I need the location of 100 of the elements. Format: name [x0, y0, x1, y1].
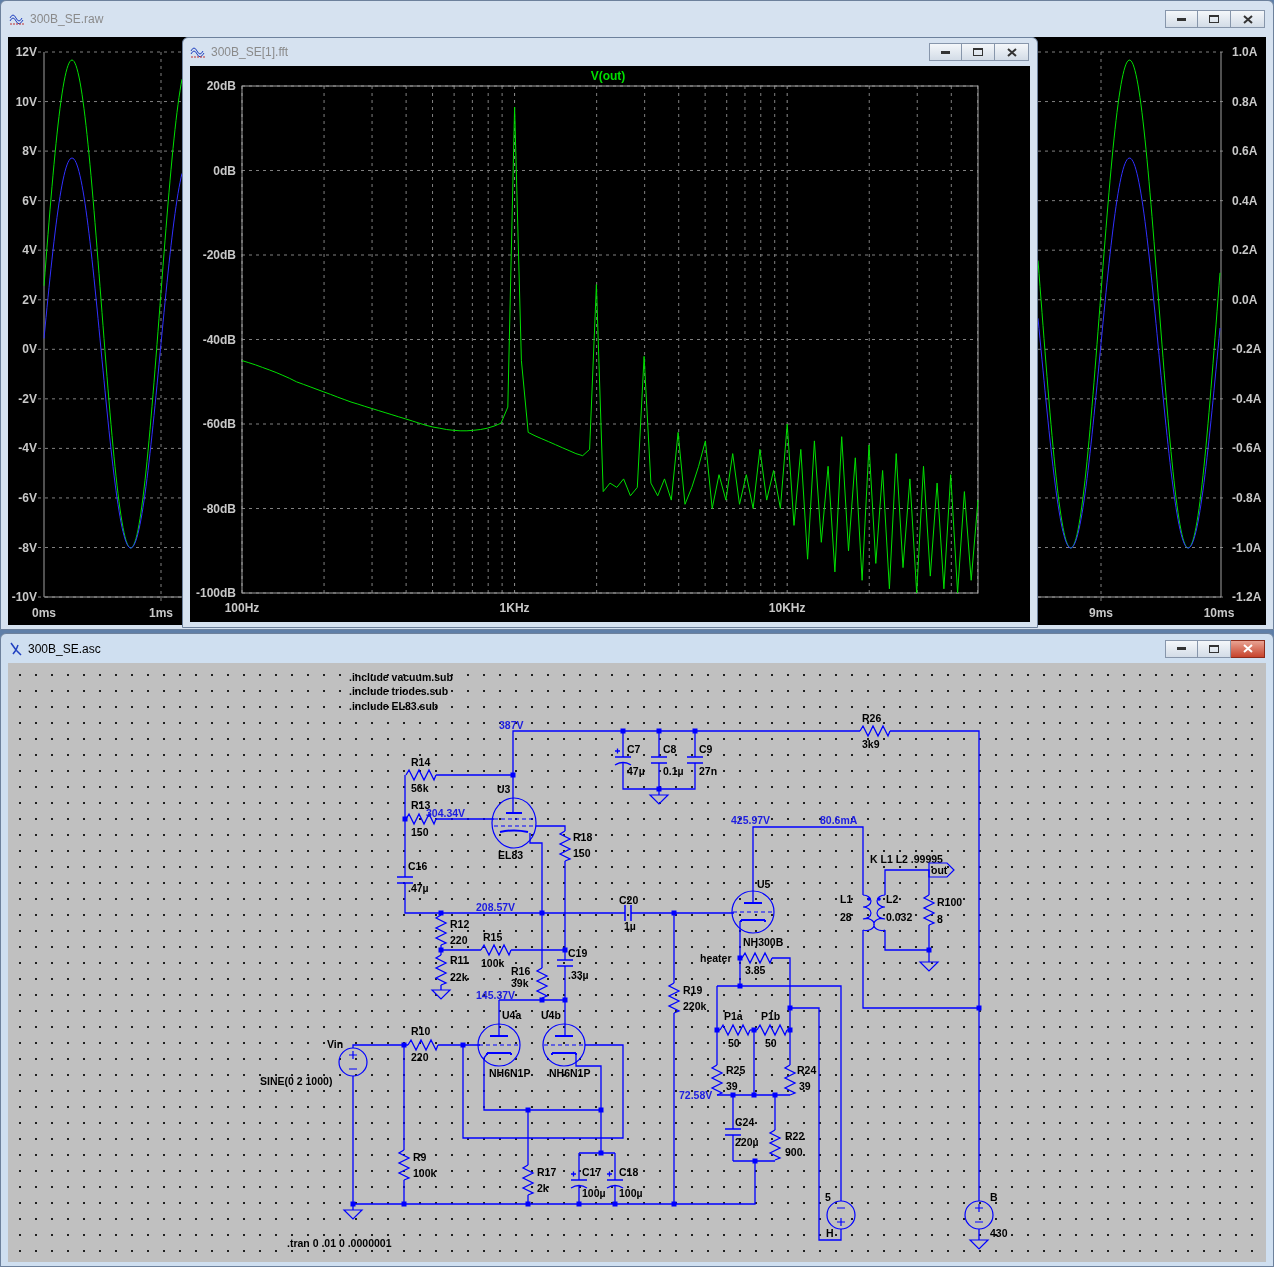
close-button[interactable] [1231, 10, 1265, 28]
component-name: R14 [411, 756, 431, 768]
component-name: L2 [886, 893, 899, 905]
resistor-symbol [768, 1129, 782, 1161]
axis-label: 0.6A [1232, 144, 1258, 159]
minimize-icon [1177, 647, 1186, 650]
component-name: R15 [483, 931, 503, 943]
component-value: 0.032 [886, 911, 913, 923]
minimize-button[interactable] [929, 43, 962, 61]
component-name: R19 [683, 984, 703, 996]
resistor-symbol [859, 724, 891, 738]
close-icon [1242, 644, 1253, 653]
close-icon [1242, 14, 1253, 24]
resistor-symbol [710, 1064, 724, 1096]
component-value: NH300B [743, 936, 784, 948]
axis-label: -0.6A [1232, 441, 1262, 456]
resistor-symbol [558, 830, 572, 862]
axis-label: 20dB [206, 79, 236, 93]
axis-label: 10ms [1203, 606, 1235, 620]
component-name: R100 [937, 896, 963, 908]
close-icon [1006, 47, 1017, 57]
trace-label: V(out) [590, 69, 626, 83]
component-value: 220µ [735, 1136, 759, 1148]
triode-symbol [731, 890, 775, 934]
component-name: R22 [785, 1130, 805, 1142]
ground-symbol [430, 989, 452, 1000]
component-value: 8 [937, 913, 943, 925]
component-value: 39 [726, 1080, 738, 1092]
component-name: R10 [411, 1025, 431, 1037]
component-value: 150 [573, 847, 591, 859]
component-value: SINE(0 2 1000) [260, 1075, 333, 1087]
wire [435, 818, 495, 820]
minimize-button[interactable] [1165, 10, 1198, 28]
axis-label: -60dB [202, 417, 236, 431]
axis-label: 100Hz [224, 601, 260, 615]
close-button[interactable] [995, 43, 1029, 61]
ground-symbol [968, 1239, 990, 1250]
axis-label: 10KHz [768, 601, 806, 615]
component-value: 47µ [627, 765, 645, 777]
axis-label: -20dB [202, 248, 236, 262]
axis-label: -1.0A [1232, 540, 1262, 555]
component-value: 39k [511, 977, 529, 989]
component-name: U5 [757, 878, 771, 890]
component-value: 27n [699, 765, 718, 777]
component-name: P1a [724, 1010, 743, 1022]
resistor-symbol [407, 1038, 439, 1052]
waveform-icon [190, 45, 206, 59]
component-value: 22k [450, 971, 468, 983]
axis-label: -0.8A [1232, 490, 1262, 505]
resistor-symbol [756, 1023, 788, 1037]
axis-label: 9ms [1089, 606, 1113, 620]
axis-label: -4V [18, 441, 37, 456]
maximize-button[interactable] [1198, 10, 1231, 28]
triode-symbol [542, 1023, 586, 1067]
axis-label: 0V [22, 342, 37, 357]
component-value: 100k [413, 1167, 437, 1179]
ground-symbol [918, 961, 940, 972]
component-value: 1µ [624, 920, 636, 932]
minimize-button[interactable] [1165, 639, 1198, 658]
node-voltage-label: 208.57V [476, 901, 516, 913]
capacitor-symbol [556, 959, 574, 967]
close-button[interactable] [1231, 639, 1265, 658]
component-name: heater [700, 952, 732, 964]
component-value: 220 [450, 934, 468, 946]
component-name: R17 [537, 1166, 557, 1178]
component-value: NH6N1P [489, 1067, 531, 1079]
component-value: 220k [683, 1000, 707, 1012]
capacitor-symbol [396, 876, 414, 884]
component-value: 3k9 [862, 738, 880, 750]
schematic-icon [9, 641, 23, 656]
axis-label: 0.4A [1232, 193, 1258, 208]
window-title: 300B_SE.asc [28, 641, 101, 656]
axis-label: -0.2A [1232, 342, 1262, 357]
node-voltage-label: 80.6mA [820, 814, 858, 826]
maximize-button[interactable] [962, 43, 995, 61]
maximize-button[interactable] [1198, 639, 1231, 658]
component-value: 3.85 [745, 964, 766, 976]
axis-label: 8V [22, 144, 37, 159]
window-title: 300B_SE.raw [30, 12, 104, 26]
axis-label: 2V [22, 292, 37, 307]
component-name: R9 [413, 1151, 427, 1163]
voltage-source-symbol [338, 1047, 368, 1077]
component-value: EL83 [498, 849, 524, 861]
resistor-symbol [521, 1164, 535, 1196]
component-value: 100µ [582, 1187, 606, 1199]
component-value: 39 [799, 1080, 811, 1092]
node-voltage-label: 387V [499, 719, 524, 731]
component-value: 50 [728, 1037, 740, 1049]
component-name: L1 [840, 893, 853, 905]
component-value: 220 [411, 1051, 429, 1063]
resistor-symbol [667, 982, 681, 1014]
axis-label: -1.2A [1232, 590, 1262, 605]
component-value: 430 [990, 1227, 1008, 1239]
voltage-source-symbol [826, 1200, 856, 1230]
node-voltage-label: 145.37V [476, 989, 516, 1001]
minimize-icon [941, 50, 950, 54]
axis-label: 10V [15, 94, 37, 109]
component-name: C9 [699, 743, 713, 755]
capacitor-symbol [686, 756, 704, 764]
wire [978, 1228, 980, 1241]
